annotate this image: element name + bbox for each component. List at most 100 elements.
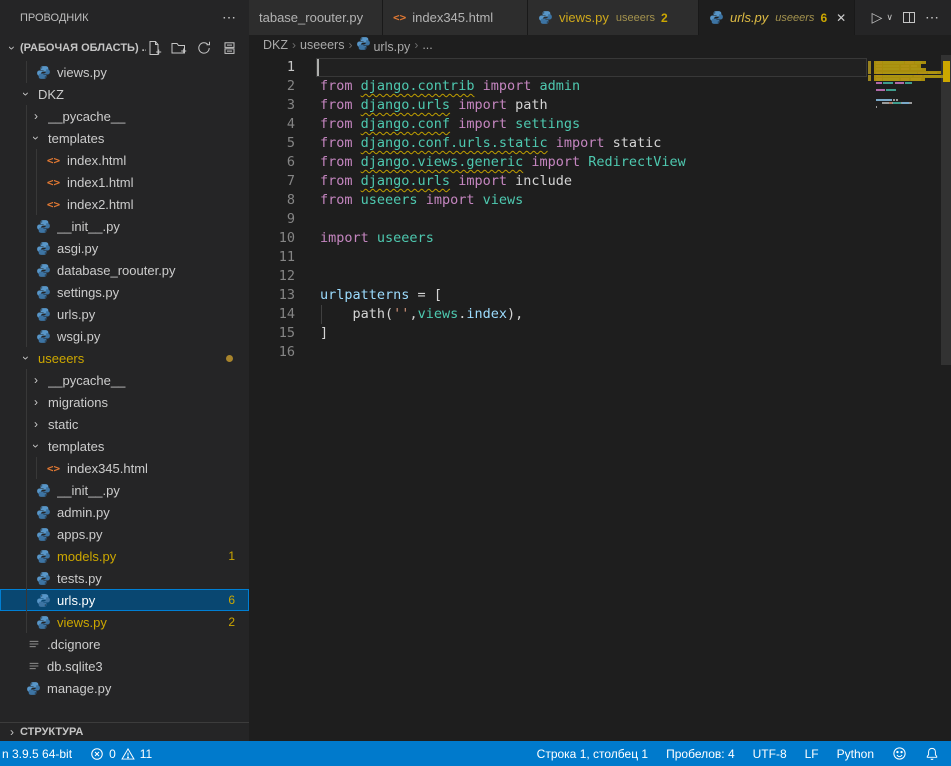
tree-item-index.html[interactable]: <>index.html [0,149,249,171]
breadcrumb-item[interactable]: DKZ [263,38,288,52]
tree-item-database_roouter.py[interactable]: database_roouter.py [0,259,249,281]
text-cursor [317,59,319,76]
chevron-right-icon: › [30,109,42,123]
tree-item-label: index1.html [67,175,249,190]
tree-item-label: database_roouter.py [57,263,249,278]
breadcrumb-item[interactable]: useeers [300,38,344,52]
tree-item-apps.py[interactable]: apps.py [0,523,249,545]
tree-item-models.py[interactable]: models.py1 [0,545,249,567]
chevron-right-icon: › [292,38,296,52]
code-editor[interactable]: 12345678910111213141516from django.contr… [249,55,951,741]
tree-item-migrations[interactable]: ›migrations [0,391,249,413]
explorer-more-actions-icon[interactable]: ⋯ [222,9,237,26]
tree-item-settings.py[interactable]: settings.py [0,281,249,303]
tree-item-__pycache__[interactable]: ›__pycache__ [0,105,249,127]
tab-problems-badge: 6 [820,11,827,25]
tree-item-tests.py[interactable]: tests.py [0,567,249,589]
tree-item-useeers[interactable]: ›useeers [0,347,249,369]
workspace-section-header[interactable]: › (РАБОЧАЯ ОБЛАСТЬ) ... [0,35,249,61]
tree-item-label: __init__.py [57,483,249,498]
minimap[interactable] [868,58,940,178]
tree-item-views.py[interactable]: views.py [0,61,249,83]
tab-urls.py[interactable]: urls.pyuseeers6✕ [699,0,855,35]
status-feedback[interactable] [892,746,907,761]
new-folder-icon[interactable] [171,40,187,56]
tree-item-label: urls.py [57,593,228,608]
tree-item-manage.py[interactable]: manage.py [0,677,249,699]
chevron-down-icon: › [5,40,19,56]
code-line-8[interactable]: from useeers import views [320,191,523,210]
tree-item-label: wsgi.py [57,329,249,344]
tree-item-wsgi.py[interactable]: wsgi.py [0,325,249,347]
status-eol[interactable]: LF [805,747,819,761]
editor-group: tabase_roouter.py <>index345.htmlviews.py… [249,0,951,741]
run-button[interactable]: ▷ [872,9,883,26]
status-notifications[interactable] [925,747,939,761]
tree-item-index345.html[interactable]: <> index345.html [0,457,249,479]
code-line-3[interactable]: from django.urls import path [320,96,548,115]
run-dropdown-icon[interactable]: ∨ [886,12,893,23]
tab-views.py[interactable]: views.pyuseeers2 [528,0,699,35]
tree-item-static[interactable]: ›static [0,413,249,435]
tab-label: index345.html [412,10,493,25]
tree-item-.dcignore[interactable]: .dcignore [0,633,249,655]
code-line-14[interactable]: path('',views.index), [320,305,523,324]
tree-item-templates[interactable]: ›templates [0,127,249,149]
editor-actions: ▷∨ ⋯ [860,0,951,35]
status-python-version[interactable]: n 3.9.5 64-bit [2,747,72,761]
tree-item-index2.html[interactable]: <>index2.html [0,193,249,215]
tree-item-label: DKZ [38,87,249,102]
tree-item-db.sqlite3[interactable]: db.sqlite3 [0,655,249,677]
tree-item-DKZ[interactable]: ›DKZ [0,83,249,105]
chevron-right-icon: › [348,38,352,52]
tree-item-__pycache__[interactable]: ›__pycache__ [0,369,249,391]
chevron-down-icon: › [29,132,43,144]
tree-item-views.py[interactable]: views.py2 [0,611,249,633]
chevron-right-icon: › [4,725,20,739]
new-file-icon[interactable] [146,40,162,56]
tree-item-urls.py[interactable]: urls.py6 [0,589,249,611]
close-icon[interactable]: ✕ [836,11,846,25]
feedback-smiley-icon [892,746,907,761]
code-line-13[interactable]: urlpatterns = [ [320,286,442,305]
tab-label: tabase_roouter.py [259,10,363,25]
status-language[interactable]: Python [837,747,874,761]
tree-item-__init__.py[interactable]: __init__.py [0,215,249,237]
code-line-2[interactable]: from django.contrib import admin [320,77,580,96]
code-line-15[interactable]: ] [320,324,328,343]
tree-item-index1.html[interactable]: <> index1.html [0,171,249,193]
split-editor-icon[interactable] [903,12,915,23]
tree-item-admin.py[interactable]: admin.py [0,501,249,523]
status-cursor-position[interactable]: Строка 1, столбец 1 [537,747,648,761]
code-line-7[interactable]: from django.urls import include [320,172,572,191]
vertical-scrollbar[interactable] [941,55,951,365]
python-icon [36,219,51,234]
tab-tabase_roouter.py[interactable]: tabase_roouter.py [249,0,383,35]
python-icon [36,65,51,80]
code-line-10[interactable]: import useeers [320,229,434,248]
python-icon [36,527,51,542]
html-icon: <> [46,175,61,190]
refresh-icon[interactable] [196,40,212,56]
code-line-4[interactable]: from django.conf import settings [320,115,580,134]
tree-item-__init__.py[interactable]: __init__.py [0,479,249,501]
status-problems[interactable]: 011 [90,747,152,761]
tree-item-label: index345.html [67,461,249,476]
tab-problems-badge: 2 [661,11,668,25]
breadcrumb-item[interactable]: ... [422,38,432,52]
code-line-6[interactable]: from django.views.generic import Redirec… [320,153,686,172]
tree-item-templates[interactable]: ›templates [0,435,249,457]
status-indentation[interactable]: Пробелов: 4 [666,747,735,761]
tree-item-urls.py[interactable]: urls.py [0,303,249,325]
breadcrumb-item[interactable]: urls.py [356,36,410,54]
collapse-all-icon[interactable] [221,40,237,56]
tab-index345.html[interactable]: <>index345.html [383,0,528,35]
overview-ruler-warning-mark [943,78,950,81]
html-icon: <> [46,461,61,476]
more-actions-icon[interactable]: ⋯ [925,9,939,26]
outline-section-header[interactable]: › СТРУКТУРА [0,722,249,741]
status-encoding[interactable]: UTF-8 [753,747,787,761]
code-line-5[interactable]: from django.conf.urls.static import stat… [320,134,661,153]
workspace-label: (РАБОЧАЯ ОБЛАСТЬ) ... [20,42,146,54]
tree-item-asgi.py[interactable]: asgi.py [0,237,249,259]
